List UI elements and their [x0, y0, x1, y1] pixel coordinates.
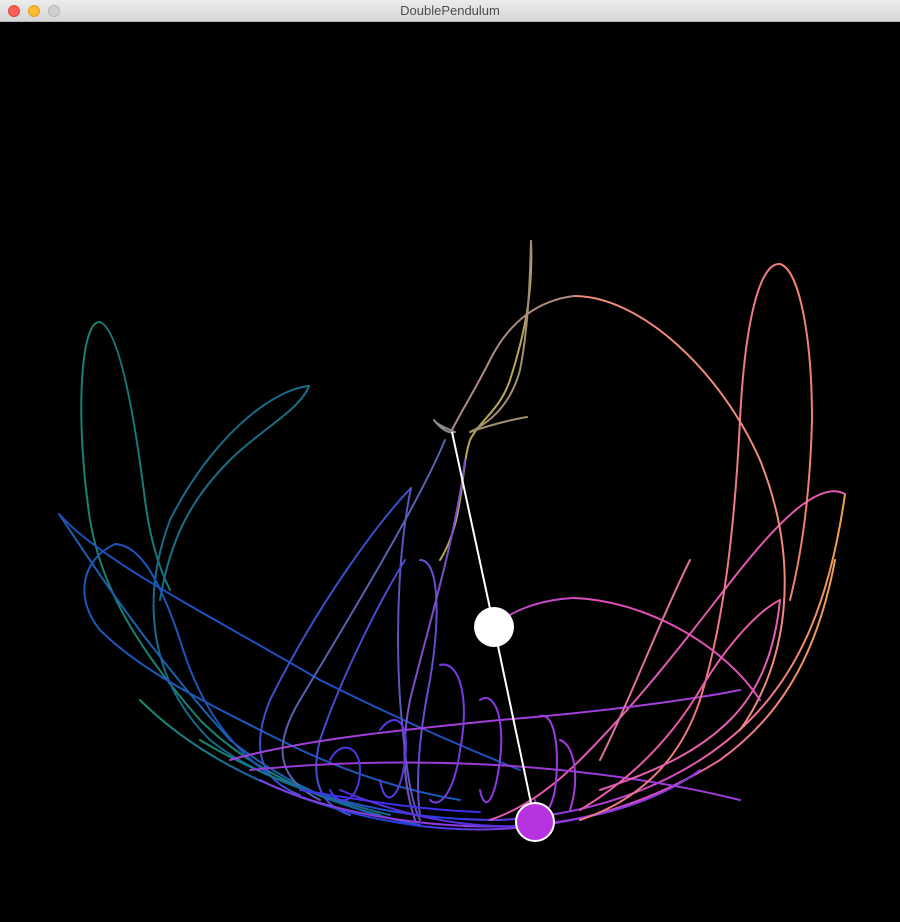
pendulum-drawing: [58, 240, 846, 842]
lower-bob[interactable]: [515, 802, 555, 842]
title-bar[interactable]: DoublePendulum: [0, 0, 900, 22]
window-title: DoublePendulum: [400, 3, 500, 18]
upper-bob[interactable]: [474, 607, 514, 647]
simulation-canvas: [0, 22, 900, 922]
app-window: DoublePendulum: [0, 0, 900, 922]
upper-rod: [451, 431, 495, 628]
pendulum: [451, 431, 555, 842]
trail: [58, 240, 846, 831]
